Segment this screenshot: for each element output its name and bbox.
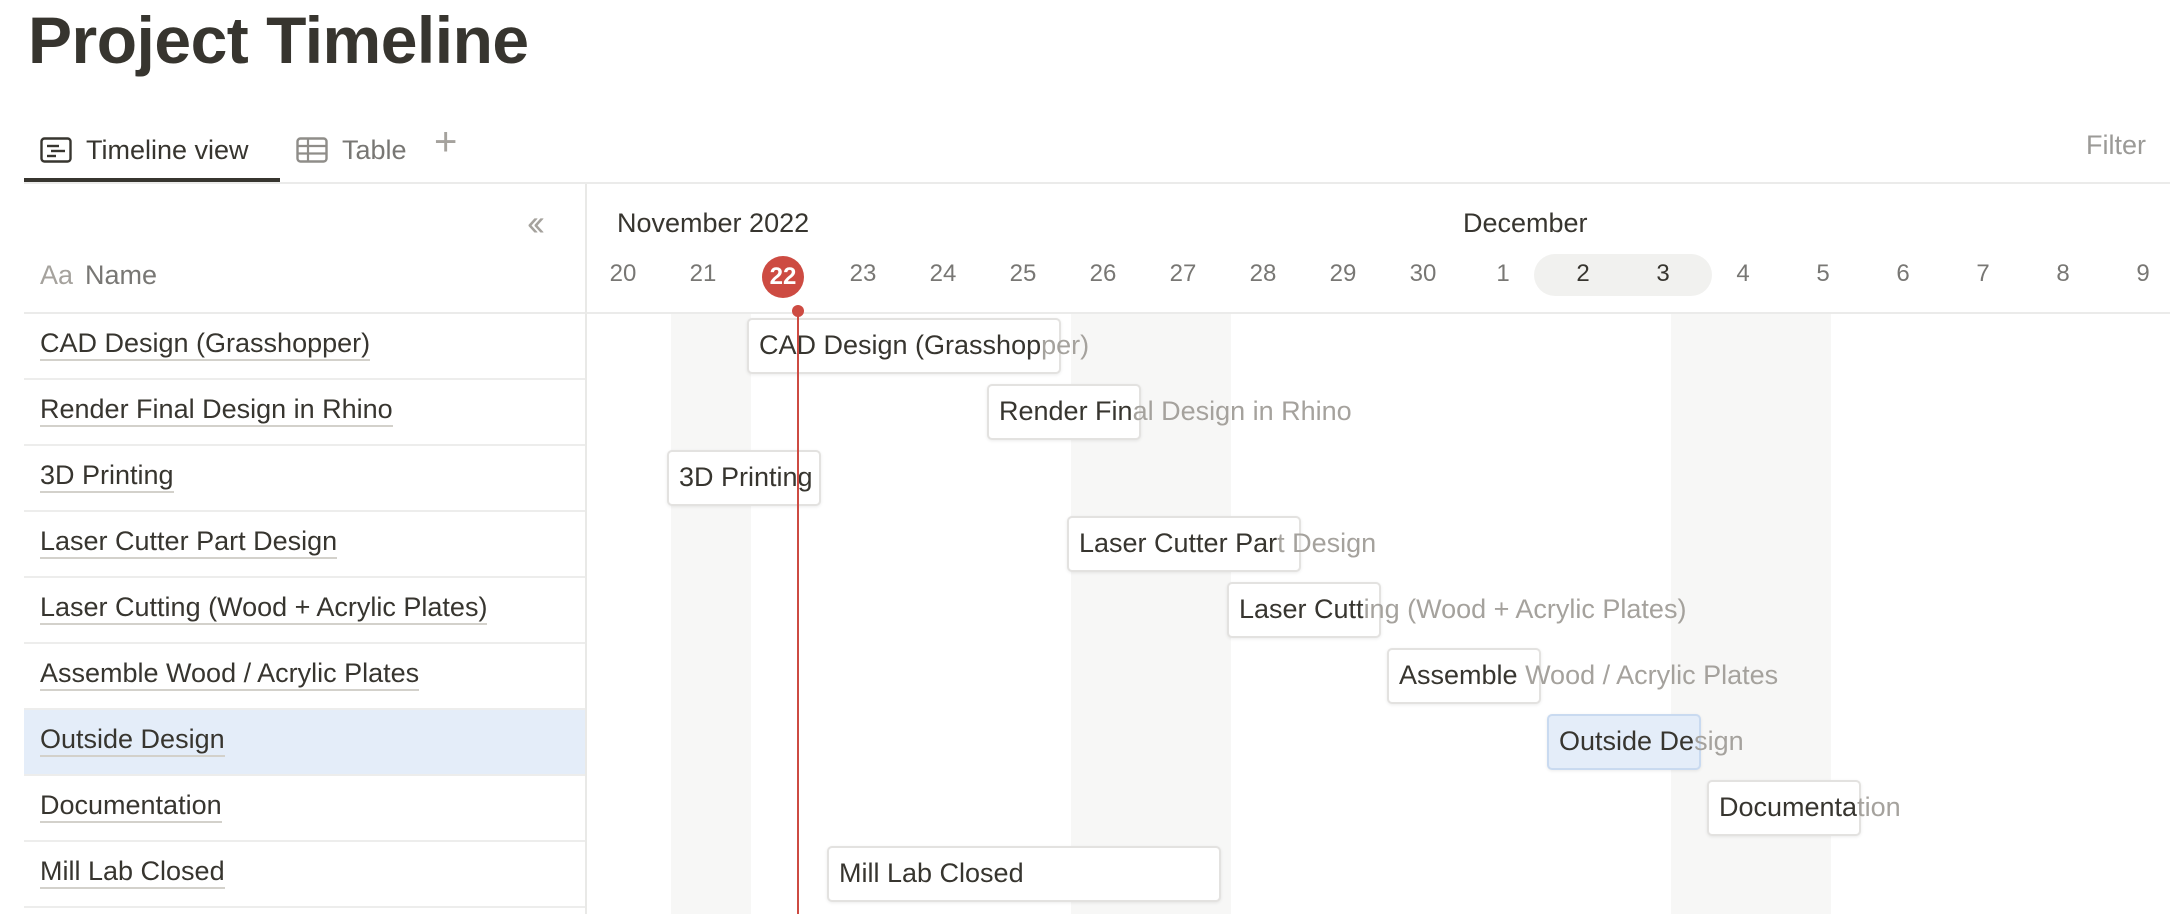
tab-table[interactable]: Table: [296, 124, 407, 176]
table-row[interactable]: Outside Design: [24, 710, 585, 776]
day-label: 25: [1009, 260, 1037, 287]
table-row[interactable]: 3D Printing: [24, 446, 585, 512]
bar-label-visible: Assemble: [1399, 660, 1526, 690]
day-label: 29: [1329, 260, 1357, 287]
timeline-bar-label: Assemble Wood / Acrylic Plates: [1399, 660, 1778, 691]
day-label: 1: [1496, 260, 1510, 287]
row-name[interactable]: CAD Design (Grasshopper): [40, 328, 371, 361]
view-tabs: Timeline view Table +: [24, 118, 2170, 182]
table-row[interactable]: Laser Cutter Part Design: [24, 512, 585, 578]
day-label: 3: [1656, 260, 1670, 287]
day-label: 27: [1169, 260, 1197, 287]
filter-button[interactable]: Filter: [2086, 130, 2146, 161]
page-title: Project Timeline: [28, 3, 529, 77]
table-row[interactable]: Assemble Wood / Acrylic Plates: [24, 644, 585, 710]
timeline-bar-label: Render Final Design in Rhino: [999, 396, 1352, 427]
today-line: [797, 310, 799, 914]
row-name[interactable]: 3D Printing: [40, 460, 174, 493]
timeline-bar-label: Laser Cutting (Wood + Acrylic Plates): [1239, 594, 1686, 625]
text-property-icon: Aa: [40, 260, 74, 290]
timeline-bar-label: 3D Printing: [679, 462, 813, 493]
double-chevron-left-icon[interactable]: ‹‹: [527, 202, 545, 244]
bar-label-visible: Laser Cutt: [1239, 594, 1364, 624]
row-name[interactable]: Outside Design: [40, 724, 225, 757]
bar-label-visible: 3D Printing: [679, 462, 813, 492]
day-label: 21: [689, 260, 717, 287]
today-dot: [792, 305, 804, 317]
day-label: 24: [929, 260, 957, 287]
table-row[interactable]: CAD Design (Grasshopper): [24, 314, 585, 380]
table-row[interactable]: Mill Lab Closed: [24, 842, 585, 908]
bar-label-overflow: sign: [1694, 726, 1744, 756]
plus-icon: +: [434, 120, 458, 164]
timeline-bar-label: Outside Design: [1559, 726, 1744, 757]
bar-label-overflow: al Design in Rhino: [1132, 396, 1352, 426]
timeline-area: November 2022 December 20 21 22 23 24 25 26 27 2…: [587, 184, 2170, 914]
tab-label: Table: [342, 134, 407, 165]
left-panel: ‹‹ Aa Name CAD Design (Grasshopper) Render…: [24, 184, 585, 914]
table-row[interactable]: Documentation: [24, 776, 585, 842]
name-column-header[interactable]: Aa Name: [40, 260, 157, 291]
row-name[interactable]: Render Final Design in Rhino: [40, 394, 393, 427]
bar-label-visible: Render Fin: [999, 396, 1133, 426]
row-name[interactable]: Mill Lab Closed: [40, 856, 225, 889]
table-row[interactable]: Render Final Design in Rhino: [24, 380, 585, 446]
row-name[interactable]: Laser Cutting (Wood + Acrylic Plates): [40, 592, 488, 625]
day-label: 28: [1249, 260, 1277, 287]
day-label: 2: [1576, 260, 1590, 287]
bar-label-overflow: Wood / Acrylic Plates: [1525, 660, 1779, 690]
day-label: 26: [1089, 260, 1117, 287]
day-label: 7: [1976, 260, 1990, 287]
timeline-bar-label: Laser Cutter Part Design: [1079, 528, 1376, 559]
day-label: 23: [849, 260, 877, 287]
bar-label-overflow: t Design: [1277, 528, 1377, 558]
bar-label-overflow: per): [1041, 330, 1090, 360]
month-label: November 2022: [617, 208, 810, 238]
divider: [587, 312, 2170, 314]
bar-label-overflow: tion: [1857, 792, 1901, 822]
bar-label-visible: Laser Cutter Par: [1079, 528, 1278, 558]
weekend-shade: [671, 314, 751, 914]
row-name[interactable]: Laser Cutter Part Design: [40, 526, 338, 559]
timeline-bar-label: Documentation: [1719, 792, 1901, 823]
timeline-bar-label: Mill Lab Closed: [839, 858, 1024, 889]
day-label: 4: [1736, 260, 1750, 287]
add-view-button[interactable]: +: [434, 120, 457, 165]
day-label: 20: [609, 260, 637, 287]
day-label: 6: [1896, 260, 1910, 287]
day-label: 5: [1816, 260, 1830, 287]
bar-label-visible: Outside De: [1559, 726, 1695, 756]
timeline-icon: [40, 137, 72, 163]
today-marker: 22: [762, 256, 804, 298]
bar-label-overflow: ing (Wood + Acrylic Plates): [1363, 594, 1687, 624]
row-name[interactable]: Documentation: [40, 790, 222, 823]
bar-label-visible: Documenta: [1719, 792, 1858, 822]
timeline-bar-label: CAD Design (Grasshopper): [759, 330, 1089, 361]
bar-label-visible: Mill Lab Closed: [839, 858, 1024, 888]
day-label: 8: [2056, 260, 2070, 287]
table-icon: [296, 137, 328, 163]
tab-label: Timeline view: [86, 134, 249, 165]
day-label: 30: [1409, 260, 1437, 287]
tab-timeline-view[interactable]: Timeline view: [40, 124, 249, 176]
bar-label-visible: CAD Design (Grasshop: [759, 330, 1042, 360]
row-name[interactable]: Assemble Wood / Acrylic Plates: [40, 658, 420, 691]
table-row[interactable]: Laser Cutting (Wood + Acrylic Plates): [24, 578, 585, 644]
day-label: 9: [2136, 260, 2150, 287]
month-label: December: [1463, 208, 1588, 238]
